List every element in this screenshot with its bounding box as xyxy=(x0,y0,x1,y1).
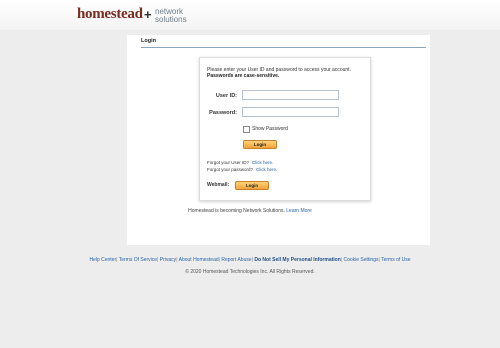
login-instructions: Please enter your User ID and password t… xyxy=(207,67,351,79)
forgot-userid-link[interactable]: Click here. xyxy=(252,160,273,165)
case-sensitive-note: Passwords are case-sensitive. xyxy=(207,73,280,79)
migration-notice: Homestead is becoming Network Solutions.… xyxy=(0,208,500,214)
footer-do-not-sell-link[interactable]: Do Not Sell My Personal Information xyxy=(254,257,340,263)
copyright-text: © 2020 Homestead Technologies Inc. All R… xyxy=(185,269,315,275)
forgot-password-text: Forgot your password? xyxy=(207,167,254,172)
learn-more-link[interactable]: Learn More xyxy=(286,208,312,214)
password-input[interactable] xyxy=(242,107,339,117)
footer-cookie-settings-link[interactable]: Cookie Settings xyxy=(343,257,378,263)
forgot-password-row: Forgot your password? Click here. xyxy=(207,167,277,172)
login-card: Please enter your User ID and password t… xyxy=(199,57,371,201)
notice-text: Homestead is becoming Network Solutions. xyxy=(188,208,285,214)
panel-title: Login xyxy=(141,38,156,44)
footer-terms-of-service-link[interactable]: Terms Of Service xyxy=(119,257,157,263)
show-password-label[interactable]: Show Password xyxy=(252,126,288,132)
ns-logo-line2: solutions xyxy=(155,15,187,24)
forgot-password-link[interactable]: Click here. xyxy=(256,167,277,172)
userid-input[interactable] xyxy=(242,90,339,100)
footer-privacy-link[interactable]: Privacy xyxy=(160,257,176,263)
password-label: Password: xyxy=(209,110,237,116)
footer-links: Help Center| Terms Of Service| Privacy| … xyxy=(89,257,411,263)
top-header-bar: homestead + network solutions xyxy=(0,0,500,30)
footer-report-abuse-link[interactable]: Report Abuse xyxy=(221,257,251,263)
brand-plus-sign: + xyxy=(144,7,152,22)
footer-help-center-link[interactable]: Help Center xyxy=(89,257,116,263)
footer-terms-of-use-link[interactable]: Terms of Use xyxy=(381,257,410,263)
forgot-userid-row: Forgot your User ID? Click here. xyxy=(207,160,273,165)
forgot-userid-text: Forgot your User ID? xyxy=(207,160,250,165)
network-solutions-logo[interactable]: network solutions xyxy=(155,8,187,24)
title-divider xyxy=(141,47,426,48)
webmail-login-button[interactable]: Login xyxy=(235,181,269,190)
userid-label: User ID: xyxy=(215,93,237,99)
footer-about-link[interactable]: About Homestead xyxy=(179,257,219,263)
login-button[interactable]: Login xyxy=(243,140,277,149)
webmail-label: Webmail: xyxy=(207,182,230,188)
homestead-logo[interactable]: homestead xyxy=(77,7,143,22)
show-password-checkbox[interactable] xyxy=(243,126,250,133)
